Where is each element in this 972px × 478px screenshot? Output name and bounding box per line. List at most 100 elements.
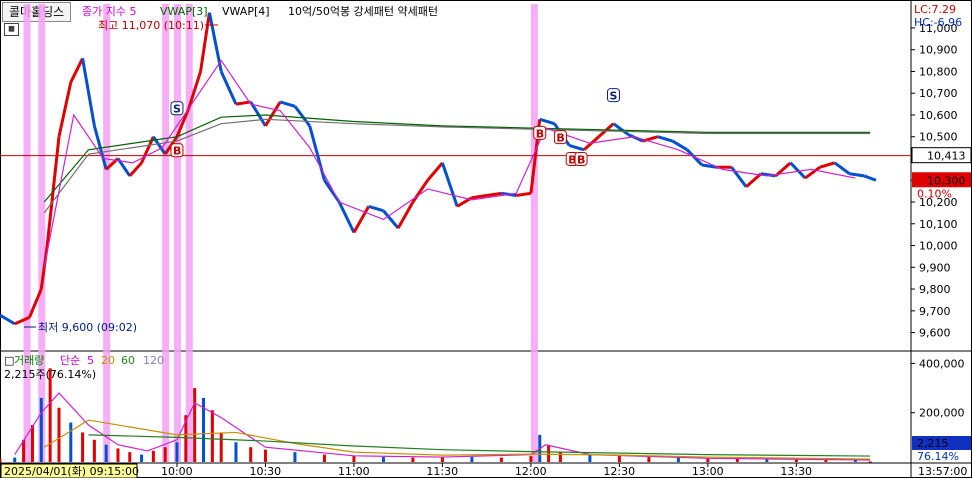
volume-bar [234, 442, 238, 462]
volume-bar [293, 452, 297, 462]
price-tick-label: 10,700 [919, 87, 958, 100]
marker-label: B [536, 127, 544, 140]
sell-marker: S [606, 88, 620, 103]
time-tick-label: 10:00 [161, 465, 193, 478]
volume-bar [151, 450, 155, 462]
price-segment [539, 117, 555, 126]
marker-label: B [577, 153, 585, 166]
price-segment [426, 161, 444, 182]
volume-bar [470, 457, 474, 462]
volume-bar [140, 454, 144, 462]
buy-marker: B [574, 151, 588, 166]
volume-bar [381, 457, 385, 462]
volume-bar [588, 454, 592, 462]
chart-frame [0, 0, 972, 478]
price-tick-label: 9,600 [919, 327, 951, 340]
volume-bar [529, 456, 533, 462]
price-segment [368, 204, 384, 213]
marker-label: S [173, 103, 181, 116]
volume-legend-box: □ [4, 354, 14, 367]
volume-ma60-line [88, 434, 871, 457]
high-annotation: 최고 11,070 (10:11) [98, 19, 204, 32]
price-tick-label: 9,900 [919, 261, 951, 274]
legend-pattern: 10억/50억봉 강세패턴 약세패턴 [288, 4, 438, 18]
price-segment [279, 100, 296, 108]
price-segment [863, 174, 877, 182]
highlight-band [185, 4, 193, 462]
ref-price-tag: 10,413 [927, 150, 966, 163]
marker-label: B [173, 145, 181, 158]
price-volume-chart: 11,00010,90010,80010,70010,60010,50010,3… [0, 0, 972, 478]
volume-bar [547, 444, 551, 462]
highlight-band [38, 4, 46, 462]
price-tick-label: 9,800 [919, 283, 951, 296]
time-tick-label: 13:00 [692, 465, 724, 478]
price-segment [471, 194, 487, 200]
highlight-band [103, 4, 111, 462]
price-segment [128, 161, 143, 177]
price-segment [804, 166, 821, 180]
sell-marker: S [170, 101, 184, 116]
volume-bar [617, 455, 621, 462]
volume-ma60: 60 [121, 354, 135, 367]
buy-marker: B [533, 125, 547, 140]
low-annotation: 최저 9,600 (09:02) [38, 321, 137, 334]
marker-label: S [609, 90, 617, 103]
price-segment [568, 144, 585, 152]
volume-ma-label: 단순 [60, 354, 80, 367]
volume-tick-label: 200,000 [919, 407, 965, 420]
price-tick-label: 10,500 [919, 131, 958, 144]
volume-bar [0, 459, 2, 462]
time-tick-label: 10:30 [249, 465, 281, 478]
end-time-label: 13:57:00 [918, 465, 967, 478]
highlight-band [173, 4, 181, 462]
hc-label: HC:-6.96 [914, 16, 962, 29]
time-tick-label: 11:30 [426, 465, 458, 478]
price-tick-label: 10,100 [919, 218, 958, 231]
volume-bar [352, 455, 356, 462]
last-change-tag: 0.10% [917, 187, 952, 200]
volume-bar [322, 454, 326, 462]
highlight-band [23, 4, 31, 462]
volume-bar [411, 457, 415, 462]
price-segment [396, 201, 415, 229]
price-segment [264, 101, 282, 127]
lc-label: LC:7.29 [914, 3, 956, 16]
time-tick-label: 11:00 [338, 465, 370, 478]
volume-bar [13, 457, 17, 462]
price-segment [730, 166, 748, 188]
volume-ma20: 20 [101, 354, 115, 367]
legend: 종가 지수 5 VWAP[3] VWAP[4] 10억/50억봉 강세패턴 약세패턴 [82, 4, 438, 18]
price-segment [69, 57, 84, 84]
price-segment [235, 100, 251, 106]
price-segment [382, 209, 400, 230]
volume-value-tag: 2,215 [917, 437, 949, 450]
volume-bar [92, 439, 96, 462]
highlight-band [530, 4, 538, 462]
volume-bar [210, 410, 214, 462]
volume-tick-label: 400,000 [919, 357, 965, 370]
time-tick-label: 12:00 [515, 465, 547, 478]
price-segment [57, 82, 73, 138]
volume-pct-tag: 76.14% [917, 450, 959, 463]
volume-bar [219, 432, 223, 462]
price-tick-label: 10,600 [919, 109, 958, 122]
marker-label: B [556, 132, 564, 145]
time-tick-label: 13:30 [780, 465, 812, 478]
volume-ma5: 5 [87, 354, 94, 367]
volume-bar [249, 447, 253, 462]
price-tick-label: 9,700 [919, 305, 951, 318]
volume-bar [39, 397, 43, 462]
price-tick-label: 10,900 [919, 44, 958, 57]
last-price-tag: 10,300 [927, 174, 966, 187]
price-segment [441, 162, 459, 207]
volume-legend: □ 거래량 단순 5 20 60 120 2,215주(76.14%) [4, 354, 164, 381]
start-time-label: 2025/04/01(화) 09:15:00 [4, 465, 139, 478]
price-segment [293, 105, 311, 127]
price-tick-label: 10,000 [919, 240, 958, 253]
volume-bar [57, 407, 61, 462]
price-segment [657, 135, 673, 143]
volume-bar [48, 368, 52, 462]
volume-bar [647, 456, 651, 462]
volume-bar [558, 452, 562, 462]
